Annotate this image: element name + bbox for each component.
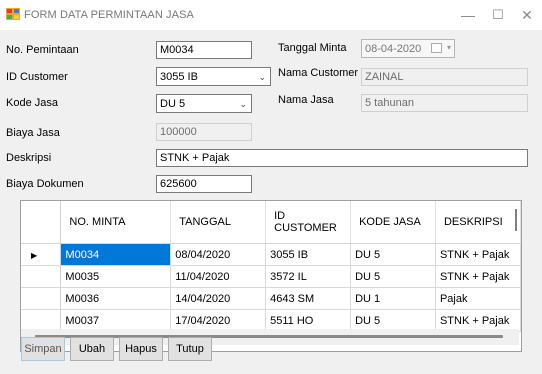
cell-tanggal[interactable]: 11/04/2020 [170,265,267,288]
cell-deskripsi[interactable]: Pajak [435,287,521,310]
no-permintaan-input[interactable]: M0034 [156,41,252,59]
id-customer-combo[interactable]: 3055 IB ⌄ [156,67,271,86]
close-button[interactable]: ✕ [512,4,542,26]
id-customer-label: ID Customer [6,71,68,83]
hapus-button[interactable]: Hapus [119,337,163,361]
biaya-jasa-field: 100000 [156,123,252,141]
biaya-dokumen-input[interactable]: 625600 [156,175,252,193]
cell-id-customer[interactable]: 3055 IB [265,243,352,266]
table-row[interactable]: M0036 14/04/2020 4643 SM DU 1 Pajak [21,287,521,310]
column-header-kode-jasa[interactable]: KODE JASA [350,201,436,244]
column-header-id-customer[interactable]: ID CUSTOMER [265,201,352,244]
cell-tanggal[interactable]: 14/04/2020 [170,287,267,310]
table-row[interactable]: ▶ M0034 08/04/2020 3055 IB DU 5 STNK + P… [21,243,521,266]
table-row[interactable]: M0035 11/04/2020 3572 IL DU 5 STNK + Paj… [21,265,521,288]
minimize-button[interactable]: — [453,4,483,26]
cell-tanggal[interactable]: 08/04/2020 [170,243,267,266]
biaya-jasa-label: Biaya Jasa [6,127,60,139]
chevron-down-icon[interactable]: ⌄ [258,71,266,83]
cell-no-minta[interactable]: M0034 [60,243,172,266]
close-icon: ✕ [521,6,533,23]
chevron-down-icon[interactable]: ▾ [447,43,451,52]
deskripsi-label: Deskripsi [6,152,52,164]
no-permintaan-label: No. Pemintaan [6,44,79,56]
tanggal-minta-label: Tanggal Minta [278,42,347,54]
tutup-button[interactable]: Tutup [168,337,212,361]
form-window-icon [6,8,20,20]
row-header-corner [21,201,62,244]
cell-deskripsi[interactable]: STNK + Pajak [435,243,521,266]
cell-kode-jasa[interactable]: DU 5 [350,265,436,288]
column-header-no-minta[interactable]: NO. MINTA [60,201,172,244]
cell-id-customer[interactable]: 4643 SM [265,287,352,310]
deskripsi-input[interactable]: STNK + Pajak [156,149,528,167]
kode-jasa-combo[interactable]: DU 5 ⌄ [156,94,252,113]
cell-no-minta[interactable]: M0036 [60,287,172,310]
nama-jasa-field: 5 tahunan [361,94,528,112]
current-row-icon: ▶ [31,250,38,260]
ubah-button[interactable]: Ubah [70,337,114,361]
biaya-dokumen-label: Biaya Dokumen [6,178,84,190]
cell-kode-jasa[interactable]: DU 5 [350,243,436,266]
calendar-icon[interactable] [431,43,442,53]
kode-jasa-label: Kode Jasa [6,97,58,109]
row-header[interactable] [21,265,62,288]
title-bar: FORM DATA PERMINTAAN JASA — ☐ ✕ [0,0,542,30]
nama-customer-field: ZAINAL [361,68,528,86]
kode-jasa-value: DU 5 [160,98,186,110]
maximize-button[interactable]: ☐ [483,4,513,26]
cell-id-customer[interactable]: 3572 IL [265,265,352,288]
minimize-icon: — [461,7,475,23]
nama-jasa-label: Nama Jasa [278,94,334,106]
row-header[interactable]: ▶ [21,243,62,266]
window-title: FORM DATA PERMINTAAN JASA [24,9,194,21]
chevron-down-icon[interactable]: ⌄ [239,98,247,110]
id-customer-value: 3055 IB [160,71,198,83]
cell-kode-jasa[interactable]: DU 1 [350,287,436,310]
cell-deskripsi[interactable]: STNK + Pajak [435,265,521,288]
data-grid-table: NO. MINTA TANGGAL ID CUSTOMER KODE JASA … [21,201,521,332]
grid-header-row: NO. MINTA TANGGAL ID CUSTOMER KODE JASA … [21,201,521,244]
simpan-button[interactable]: Simpan [21,337,65,361]
column-header-deskripsi[interactable]: DESKRIPSI [435,201,521,244]
tanggal-minta-value: 08-04-2020 [365,43,422,55]
data-grid[interactable]: NO. MINTA TANGGAL ID CUSTOMER KODE JASA … [20,200,522,352]
nama-customer-label: Nama Customer [278,67,359,79]
maximize-icon: ☐ [492,7,504,22]
column-resize-handle[interactable] [515,209,517,231]
form-body: No. Pemintaan ID Customer Kode Jasa Biay… [0,30,542,374]
row-header[interactable] [21,287,62,310]
cell-no-minta[interactable]: M0035 [60,265,172,288]
tanggal-minta-picker[interactable]: 08-04-2020 ▾ [361,39,455,58]
column-header-tanggal[interactable]: TANGGAL [170,201,267,244]
